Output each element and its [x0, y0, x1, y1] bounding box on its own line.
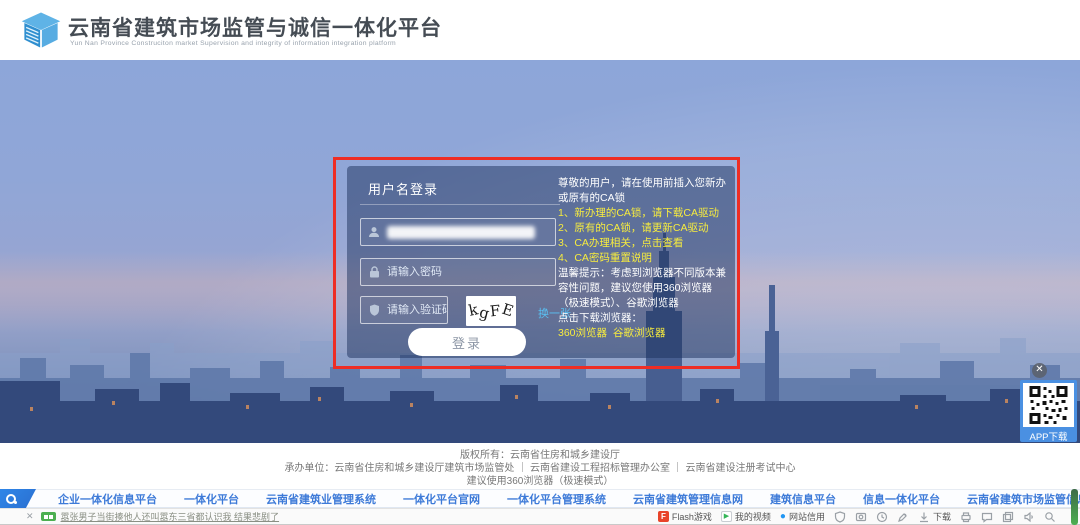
history-clock-icon[interactable] [876, 511, 888, 523]
my-videos-button[interactable]: ▶ 我的视频 [721, 510, 771, 523]
link-info-integration-platform[interactable]: 信息一体化平台 [863, 491, 940, 507]
download-arrow-icon [918, 511, 930, 523]
copyright-line3: 建议使用360浏览器（极速模式） [0, 475, 1080, 488]
captcha-input[interactable] [387, 304, 447, 316]
header: 云南省建筑市场监管与诚信一体化平台 Yun Nan Province Const… [0, 0, 1080, 60]
related-links-bar: 企业一体化信息平台 一体化平台 云南省建筑业管理系统 一体化平台官网 一体化平台… [0, 489, 1080, 508]
mute-speaker-icon[interactable] [1023, 511, 1035, 523]
notice-item-2[interactable]: 2、原有的CA锁，请更新CA驱动 [558, 221, 728, 236]
page: 云南省建筑市场监管与诚信一体化平台 Yun Nan Province Const… [0, 0, 1080, 525]
link-market-supervision-net[interactable]: 云南省建筑市场监管信息网 [967, 491, 1080, 507]
news-badge-icon [41, 512, 56, 521]
qr-code [1023, 383, 1074, 427]
notice-intro: 尊敬的用户，请在使用前插入您新办或原有的CA锁 [558, 176, 728, 206]
notice-tip: 温馨提示：考虑到浏览器不同版本兼容性问题，建议您使用360浏览器（极速模式）、谷… [558, 266, 728, 311]
download-360-browser-link[interactable]: 360浏览器 [558, 327, 607, 339]
app-download-label: APP下载 [1023, 429, 1074, 443]
login-panel: 用户名登录 [347, 166, 735, 358]
ticker-close-icon[interactable]: ✕ [26, 511, 34, 522]
link-construction-info-net[interactable]: 云南省建筑管理信息网 [633, 491, 743, 507]
site-subtitle: Yun Nan Province Construciton market Sup… [70, 40, 396, 47]
site-title: 云南省建筑市场监管与诚信一体化平台 [68, 12, 442, 42]
download-label: 下载 [933, 510, 951, 523]
site-credit-button[interactable]: ● 网站信用 [780, 510, 825, 523]
password-input[interactable] [387, 266, 555, 278]
notice-item-1[interactable]: 1、新办理的CA锁，请下载CA驱动 [558, 206, 728, 221]
notice-item-3[interactable]: 3、CA办理相关，点击查看 [558, 236, 728, 251]
search-icon[interactable] [1044, 511, 1056, 523]
login-panel-title: 用户名登录 [368, 179, 438, 198]
username-field[interactable] [360, 218, 556, 246]
link-enterprise-platform[interactable]: 企业一体化信息平台 [58, 491, 157, 507]
scrollbar-thumb[interactable] [1071, 489, 1078, 525]
notice-item-4[interactable]: 4、CA密码重置说明 [558, 251, 728, 266]
ca-notice: 尊敬的用户，请在使用前插入您新办或原有的CA锁 1、新办理的CA锁，请下载CA驱… [558, 176, 728, 341]
link-building-info-platform[interactable]: 建筑信息平台 [770, 491, 836, 507]
news-ticker-link[interactable]: 嚣张男子当街揍他人还叫嚣东三省都认识我 结果悲剧了 [61, 510, 280, 523]
droplet-icon: ● [780, 512, 786, 522]
footer-copyright: 版权所有：云南省住房和城乡建设厅 承办单位：云南省住房和城乡建设厅建筑市场监管处… [0, 443, 1080, 489]
copyright-line2: 承办单位：云南省住房和城乡建设厅建筑市场监管处 ｜ 云南省建设工程招标管理办公室… [0, 462, 1080, 475]
app-widget-close-icon[interactable]: ✕ [1032, 363, 1047, 378]
copyright-line1: 版权所有：云南省住房和城乡建设厅 [0, 449, 1080, 462]
site-credit-label: 网站信用 [789, 510, 825, 523]
user-icon [361, 226, 387, 238]
shield-icon [361, 304, 387, 316]
flash-games-label: Flash游戏 [672, 510, 712, 523]
divider [360, 204, 560, 205]
password-field[interactable] [360, 258, 556, 286]
link-integration-platform[interactable]: 一体化平台 [184, 491, 239, 507]
screenshot-icon[interactable] [855, 511, 867, 523]
printer-icon[interactable] [960, 511, 972, 523]
download-chrome-link[interactable]: 谷歌浏览器 [613, 327, 666, 339]
username-value-redacted [387, 226, 535, 239]
captcha-image[interactable]: kgFE [466, 296, 516, 326]
linkbar-links: 企业一体化信息平台 一体化平台 云南省建筑业管理系统 一体化平台官网 一体化平台… [58, 491, 1080, 507]
browser-status-bar: ✕ 嚣张男子当街揍他人还叫嚣东三省都认识我 结果悲剧了 F Flash游戏 ▶ … [0, 508, 1080, 525]
flash-icon: F [658, 511, 669, 522]
restore-window-icon[interactable] [1002, 511, 1014, 523]
security-shield-icon[interactable] [834, 511, 846, 523]
login-highlight-annotation: 用户名登录 [333, 157, 740, 369]
link-platform-official-site[interactable]: 一体化平台官网 [403, 491, 480, 507]
notice-download-prompt: 点击下载浏览器： [558, 311, 728, 326]
login-form: 用户名登录 [360, 166, 560, 358]
login-button[interactable]: 登录 [408, 328, 526, 356]
hero-background: 用户名登录 [0, 60, 1080, 443]
boost-rocket-icon[interactable] [897, 511, 909, 523]
download-button[interactable]: 下载 [918, 510, 951, 523]
lock-icon [361, 266, 387, 278]
captcha-char: F [489, 302, 501, 321]
captcha-char: E [499, 300, 515, 321]
app-download-widget[interactable]: APP下载 [1020, 380, 1077, 442]
captcha-field[interactable] [360, 296, 448, 324]
play-icon: ▶ [721, 511, 732, 522]
flash-games-button[interactable]: F Flash游戏 [658, 510, 712, 523]
site-logo-icon [20, 9, 62, 51]
my-videos-label: 我的视频 [735, 510, 771, 523]
feedback-chat-icon[interactable] [981, 511, 993, 523]
link-construction-mgmt-system[interactable]: 云南省建筑业管理系统 [266, 491, 376, 507]
linkbar-logo-icon [0, 489, 36, 508]
link-platform-mgmt-system[interactable]: 一体化平台管理系统 [507, 491, 606, 507]
